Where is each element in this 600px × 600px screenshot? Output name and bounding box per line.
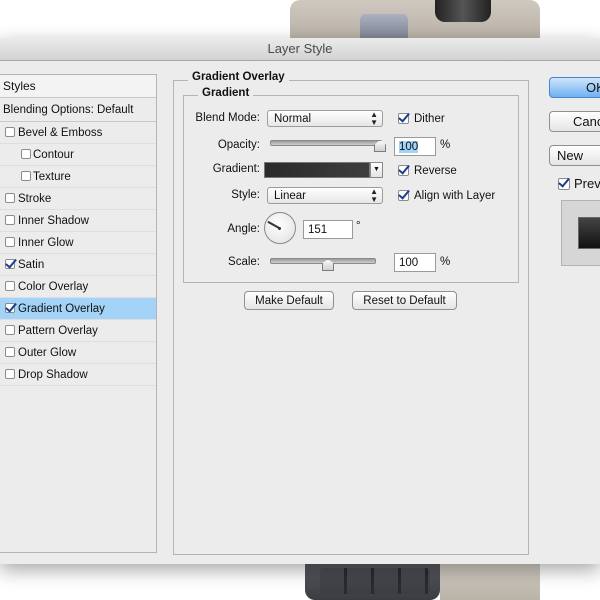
gradient-label: Gradient: bbox=[212, 163, 260, 175]
scale-unit: % bbox=[440, 256, 451, 268]
style-value: Linear bbox=[274, 190, 306, 202]
checkbox-icon bbox=[558, 178, 570, 190]
style-item-contour[interactable]: Contour bbox=[0, 144, 156, 166]
make-default-button[interactable]: Make Default bbox=[244, 291, 334, 310]
checkbox-icon[interactable] bbox=[5, 303, 15, 313]
gradient-dropdown-icon[interactable]: ▼ bbox=[370, 162, 383, 178]
angle-input[interactable]: 151 bbox=[303, 220, 353, 239]
reset-to-default-button[interactable]: Reset to Default bbox=[352, 291, 457, 310]
section-title: Gradient Overlay bbox=[188, 71, 289, 83]
new-style-button[interactable]: New Style... bbox=[549, 145, 600, 166]
opacity-input[interactable]: 100 bbox=[394, 137, 436, 156]
dither-label: Dither bbox=[414, 113, 445, 125]
cancel-button[interactable]: Cancel bbox=[549, 111, 600, 132]
opacity-unit: % bbox=[440, 139, 451, 151]
style-item-color-overlay[interactable]: Color Overlay bbox=[0, 276, 156, 298]
style-item-label: Drop Shadow bbox=[18, 369, 88, 381]
checkbox-icon[interactable] bbox=[5, 281, 15, 291]
select-arrows-icon: ▲ ▼ bbox=[370, 187, 378, 204]
checkbox-icon[interactable] bbox=[5, 347, 15, 357]
style-item-label: Pattern Overlay bbox=[18, 325, 98, 337]
styles-list: Styles Blending Options: Default Bevel &… bbox=[0, 74, 157, 553]
group-title: Gradient bbox=[198, 87, 254, 99]
background-artwork-bottom-light bbox=[440, 563, 540, 600]
reverse-checkbox[interactable]: Reverse bbox=[398, 164, 457, 178]
dither-checkbox[interactable]: Dither bbox=[398, 112, 445, 126]
style-label: Style: bbox=[231, 189, 260, 201]
style-item-outer-glow[interactable]: Outer Glow bbox=[0, 342, 156, 364]
style-item-label: Inner Glow bbox=[18, 237, 74, 249]
opacity-value: 100 bbox=[399, 141, 419, 153]
style-item-stroke[interactable]: Stroke bbox=[0, 188, 156, 210]
background-artwork-grid bbox=[320, 568, 430, 594]
style-item-label: Outer Glow bbox=[18, 347, 77, 359]
style-item-inner-glow[interactable]: Inner Glow bbox=[0, 232, 156, 254]
select-arrows-icon: ▲ ▼ bbox=[370, 110, 378, 127]
background-artwork-screen bbox=[360, 14, 408, 40]
blend-mode-label: Blend Mode: bbox=[195, 112, 260, 124]
blending-options-item[interactable]: Blending Options: Default bbox=[0, 98, 156, 122]
angle-center-dot bbox=[278, 227, 281, 230]
preview-checkbox[interactable]: Preview bbox=[558, 176, 600, 191]
checkbox-icon[interactable] bbox=[5, 215, 15, 225]
style-item-label: Inner Shadow bbox=[18, 215, 89, 227]
style-item-texture[interactable]: Texture bbox=[0, 166, 156, 188]
angle-unit: ° bbox=[356, 220, 361, 232]
checkbox-icon bbox=[398, 190, 409, 201]
background-artwork-knob bbox=[435, 0, 491, 22]
blend-mode-value: Normal bbox=[274, 113, 312, 125]
style-select[interactable]: Linear ▲ ▼ bbox=[267, 187, 383, 204]
blend-mode-select[interactable]: Normal ▲ ▼ bbox=[267, 110, 383, 127]
checkbox-icon[interactable] bbox=[5, 259, 15, 269]
background-artwork-top bbox=[290, 0, 540, 40]
reverse-label: Reverse bbox=[414, 165, 457, 177]
checkbox-icon[interactable] bbox=[5, 325, 15, 335]
style-item-drop-shadow[interactable]: Drop Shadow bbox=[0, 364, 156, 386]
gradient-swatch[interactable] bbox=[264, 162, 370, 178]
window-title: Layer Style bbox=[0, 38, 600, 61]
checkbox-icon[interactable] bbox=[5, 127, 15, 137]
style-item-label: Gradient Overlay bbox=[18, 303, 105, 315]
style-item-satin[interactable]: Satin bbox=[0, 254, 156, 276]
preview-swatch bbox=[578, 217, 600, 249]
checkbox-icon[interactable] bbox=[21, 149, 31, 159]
opacity-label: Opacity: bbox=[217, 139, 260, 151]
scale-input[interactable]: 100 bbox=[394, 253, 436, 272]
ok-button[interactable]: OK bbox=[549, 77, 600, 98]
styles-header[interactable]: Styles bbox=[0, 75, 156, 98]
style-item-label: Texture bbox=[33, 171, 71, 183]
checkbox-icon[interactable] bbox=[5, 237, 15, 247]
style-item-label: Bevel & Emboss bbox=[18, 127, 103, 139]
preview-thumbnail bbox=[561, 200, 600, 266]
checkbox-icon bbox=[398, 165, 409, 176]
checkbox-icon[interactable] bbox=[5, 369, 15, 379]
angle-label: Angle: bbox=[227, 223, 260, 235]
checkbox-icon[interactable] bbox=[5, 193, 15, 203]
style-item-pattern-overlay[interactable]: Pattern Overlay bbox=[0, 320, 156, 342]
style-item-bevel-emboss[interactable]: Bevel & Emboss bbox=[0, 122, 156, 144]
style-item-label: Satin bbox=[18, 259, 45, 271]
preview-label: Preview bbox=[574, 176, 600, 191]
style-item-gradient-overlay[interactable]: Gradient Overlay bbox=[0, 298, 156, 320]
scale-label: Scale: bbox=[228, 256, 260, 268]
align-label: Align with Layer bbox=[414, 190, 496, 202]
style-item-label: Contour bbox=[33, 149, 74, 161]
style-item-label: Stroke bbox=[18, 193, 52, 205]
angle-dial[interactable] bbox=[264, 212, 296, 244]
align-with-layer-checkbox[interactable]: Align with Layer bbox=[398, 189, 495, 203]
opacity-slider-track[interactable] bbox=[270, 140, 382, 146]
style-item-label: Color Overlay bbox=[18, 281, 89, 293]
checkbox-icon bbox=[398, 113, 409, 124]
checkbox-icon[interactable] bbox=[21, 171, 31, 181]
style-item-inner-shadow[interactable]: Inner Shadow bbox=[0, 210, 156, 232]
